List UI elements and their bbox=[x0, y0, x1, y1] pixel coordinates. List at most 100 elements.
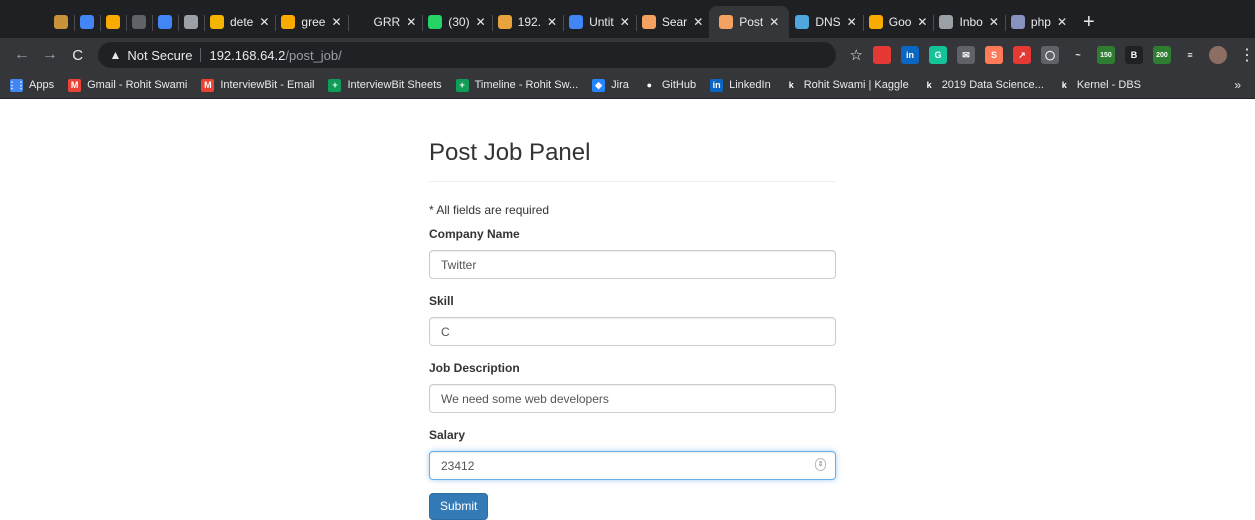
mail-icon bbox=[939, 15, 954, 29]
skill-input[interactable] bbox=[429, 317, 836, 346]
extension-label: ✉ bbox=[962, 49, 970, 60]
bookmark-item[interactable]: + InterviewBit Sheets bbox=[328, 78, 442, 92]
close-icon[interactable]: ✕ bbox=[476, 15, 486, 29]
tab[interactable]: Inbo ✕ bbox=[933, 6, 1004, 38]
tab[interactable]: gree ✕ bbox=[275, 6, 347, 38]
bookmark-item[interactable]: k Rohit Swami | Kaggle bbox=[784, 78, 909, 92]
bookmark-item[interactable]: k Kernel - DBS bbox=[1057, 78, 1142, 92]
extension-label: 200 bbox=[1156, 51, 1168, 59]
tab[interactable]: Untit ✕ bbox=[563, 6, 636, 38]
close-icon[interactable]: ✕ bbox=[1057, 15, 1067, 29]
close-icon[interactable]: ✕ bbox=[989, 15, 999, 29]
list-icon[interactable]: ≡ bbox=[1180, 46, 1199, 64]
book-icon bbox=[210, 15, 224, 29]
bookmarks-overflow-icon[interactable]: » bbox=[1234, 78, 1241, 92]
tab[interactable]: GRR ✕ bbox=[347, 6, 423, 38]
docs-icon bbox=[569, 15, 584, 29]
tab[interactable] bbox=[74, 6, 100, 38]
tab[interactable] bbox=[152, 6, 178, 38]
close-icon[interactable]: ✕ bbox=[406, 15, 416, 29]
close-icon[interactable]: ✕ bbox=[620, 15, 630, 29]
spinner-arrows-icon[interactable]: ⇕ bbox=[815, 458, 826, 471]
extension-label: ↗ bbox=[1018, 49, 1026, 60]
arrow-icon[interactable]: ↗ bbox=[1012, 46, 1031, 64]
tab[interactable]: php ✕ bbox=[1004, 6, 1073, 38]
tab[interactable] bbox=[178, 6, 204, 38]
close-icon[interactable]: ✕ bbox=[547, 15, 557, 29]
tab[interactable]: dete ✕ bbox=[204, 6, 275, 38]
bookmark-item[interactable]: ● GitHub bbox=[642, 78, 696, 92]
package-icon bbox=[54, 15, 68, 29]
job-description-input[interactable] bbox=[429, 384, 836, 413]
bookmark-item[interactable]: + Timeline - Rohit Sw... bbox=[455, 78, 578, 92]
title-divider bbox=[429, 181, 836, 182]
bookmark-item[interactable]: M Gmail - Rohit Swami bbox=[68, 78, 187, 92]
new-tab-button[interactable]: + bbox=[1073, 6, 1105, 38]
close-icon[interactable]: ✕ bbox=[331, 15, 341, 29]
extension-label: ◯ bbox=[1044, 49, 1056, 60]
salary-field: ⇕ bbox=[429, 451, 836, 480]
tab[interactable]: DNS ✕ bbox=[789, 6, 862, 38]
tab[interactable]: 192. ✕ bbox=[491, 6, 563, 38]
docs-icon bbox=[80, 15, 94, 29]
avatar[interactable] bbox=[1208, 46, 1227, 64]
back-button[interactable]: ← bbox=[8, 46, 36, 64]
beta-icon bbox=[132, 15, 146, 29]
address-bar[interactable]: ▲ Not Secure 192.168.64.2/post_job/ bbox=[97, 42, 836, 68]
flag-icon[interactable] bbox=[872, 46, 891, 64]
close-icon[interactable]: ✕ bbox=[917, 15, 927, 29]
lock-icon[interactable]: 200 bbox=[1152, 46, 1171, 64]
tab[interactable]: (30) ✕ bbox=[422, 6, 491, 38]
bookmark-item[interactable]: k 2019 Data Science... bbox=[922, 78, 1044, 92]
bookmark-item[interactable]: in LinkedIn bbox=[710, 78, 771, 92]
company-name-input[interactable] bbox=[429, 250, 836, 279]
b-icon[interactable]: B bbox=[1124, 46, 1143, 64]
extension-label: ~ bbox=[1075, 50, 1081, 60]
extension-label: 150 bbox=[1100, 51, 1112, 59]
blank-icon bbox=[353, 15, 368, 29]
tab-title: dete bbox=[230, 15, 254, 29]
skill-label: Skill bbox=[429, 294, 454, 308]
reload-button[interactable]: C bbox=[64, 47, 92, 64]
mail-icon[interactable]: ✉ bbox=[956, 46, 975, 64]
tab-title: Goo bbox=[888, 15, 912, 29]
bookmark-item[interactable]: M InterviewBit - Email bbox=[201, 78, 315, 92]
menu-kebab-icon[interactable]: ⋮ bbox=[1239, 45, 1255, 65]
bookmark-item[interactable]: ⋮⋮ Apps bbox=[7, 78, 54, 92]
salary-input[interactable] bbox=[429, 451, 836, 480]
hubspot-icon[interactable]: S bbox=[984, 46, 1003, 64]
bookmark-star-icon[interactable]: ☆ bbox=[850, 46, 863, 64]
submit-button[interactable]: Submit bbox=[429, 493, 489, 520]
apps-grid-icon: ⋮⋮ bbox=[7, 78, 26, 92]
tab[interactable]: Goo ✕ bbox=[862, 6, 934, 38]
forward-button[interactable]: → bbox=[36, 46, 64, 64]
close-icon[interactable]: ✕ bbox=[693, 15, 703, 29]
close-icon[interactable]: ✕ bbox=[259, 15, 269, 29]
tab[interactable]: Sear ✕ bbox=[635, 6, 709, 38]
bookmark-item[interactable]: ◆ Jira bbox=[592, 78, 629, 92]
bookmark-label: Kernel - DBS bbox=[1076, 79, 1142, 91]
tab[interactable] bbox=[100, 6, 126, 38]
jira-icon: ◆ bbox=[592, 78, 606, 92]
wave-icon[interactable]: ~ bbox=[1068, 46, 1087, 64]
counter-icon[interactable]: 150 bbox=[1096, 46, 1115, 64]
tab-title: (30) bbox=[448, 15, 470, 29]
tab-title: GRR bbox=[373, 15, 401, 29]
bookmark-label: InterviewBit Sheets bbox=[347, 79, 442, 91]
security-label: Not Secure bbox=[127, 47, 193, 63]
graph-icon bbox=[497, 15, 512, 29]
tab-title: gree bbox=[301, 15, 326, 29]
tab[interactable] bbox=[126, 6, 152, 38]
tab[interactable] bbox=[48, 6, 74, 38]
linkedin-icon[interactable]: in bbox=[900, 46, 919, 64]
required-note: * All fields are required bbox=[429, 203, 550, 217]
bookmark-label: InterviewBit - Email bbox=[220, 79, 315, 91]
tab-active[interactable]: Post ✕ bbox=[709, 6, 790, 38]
close-icon[interactable]: ✕ bbox=[769, 15, 779, 29]
grammarly-icon[interactable]: G bbox=[928, 46, 947, 64]
extension-label: S bbox=[990, 50, 997, 60]
ghost-icon[interactable]: ◯ bbox=[1040, 46, 1059, 64]
close-icon[interactable]: ✕ bbox=[847, 15, 857, 29]
company-name-label: Company Name bbox=[429, 227, 520, 241]
url-host: 192.168.64.2 bbox=[209, 47, 286, 63]
